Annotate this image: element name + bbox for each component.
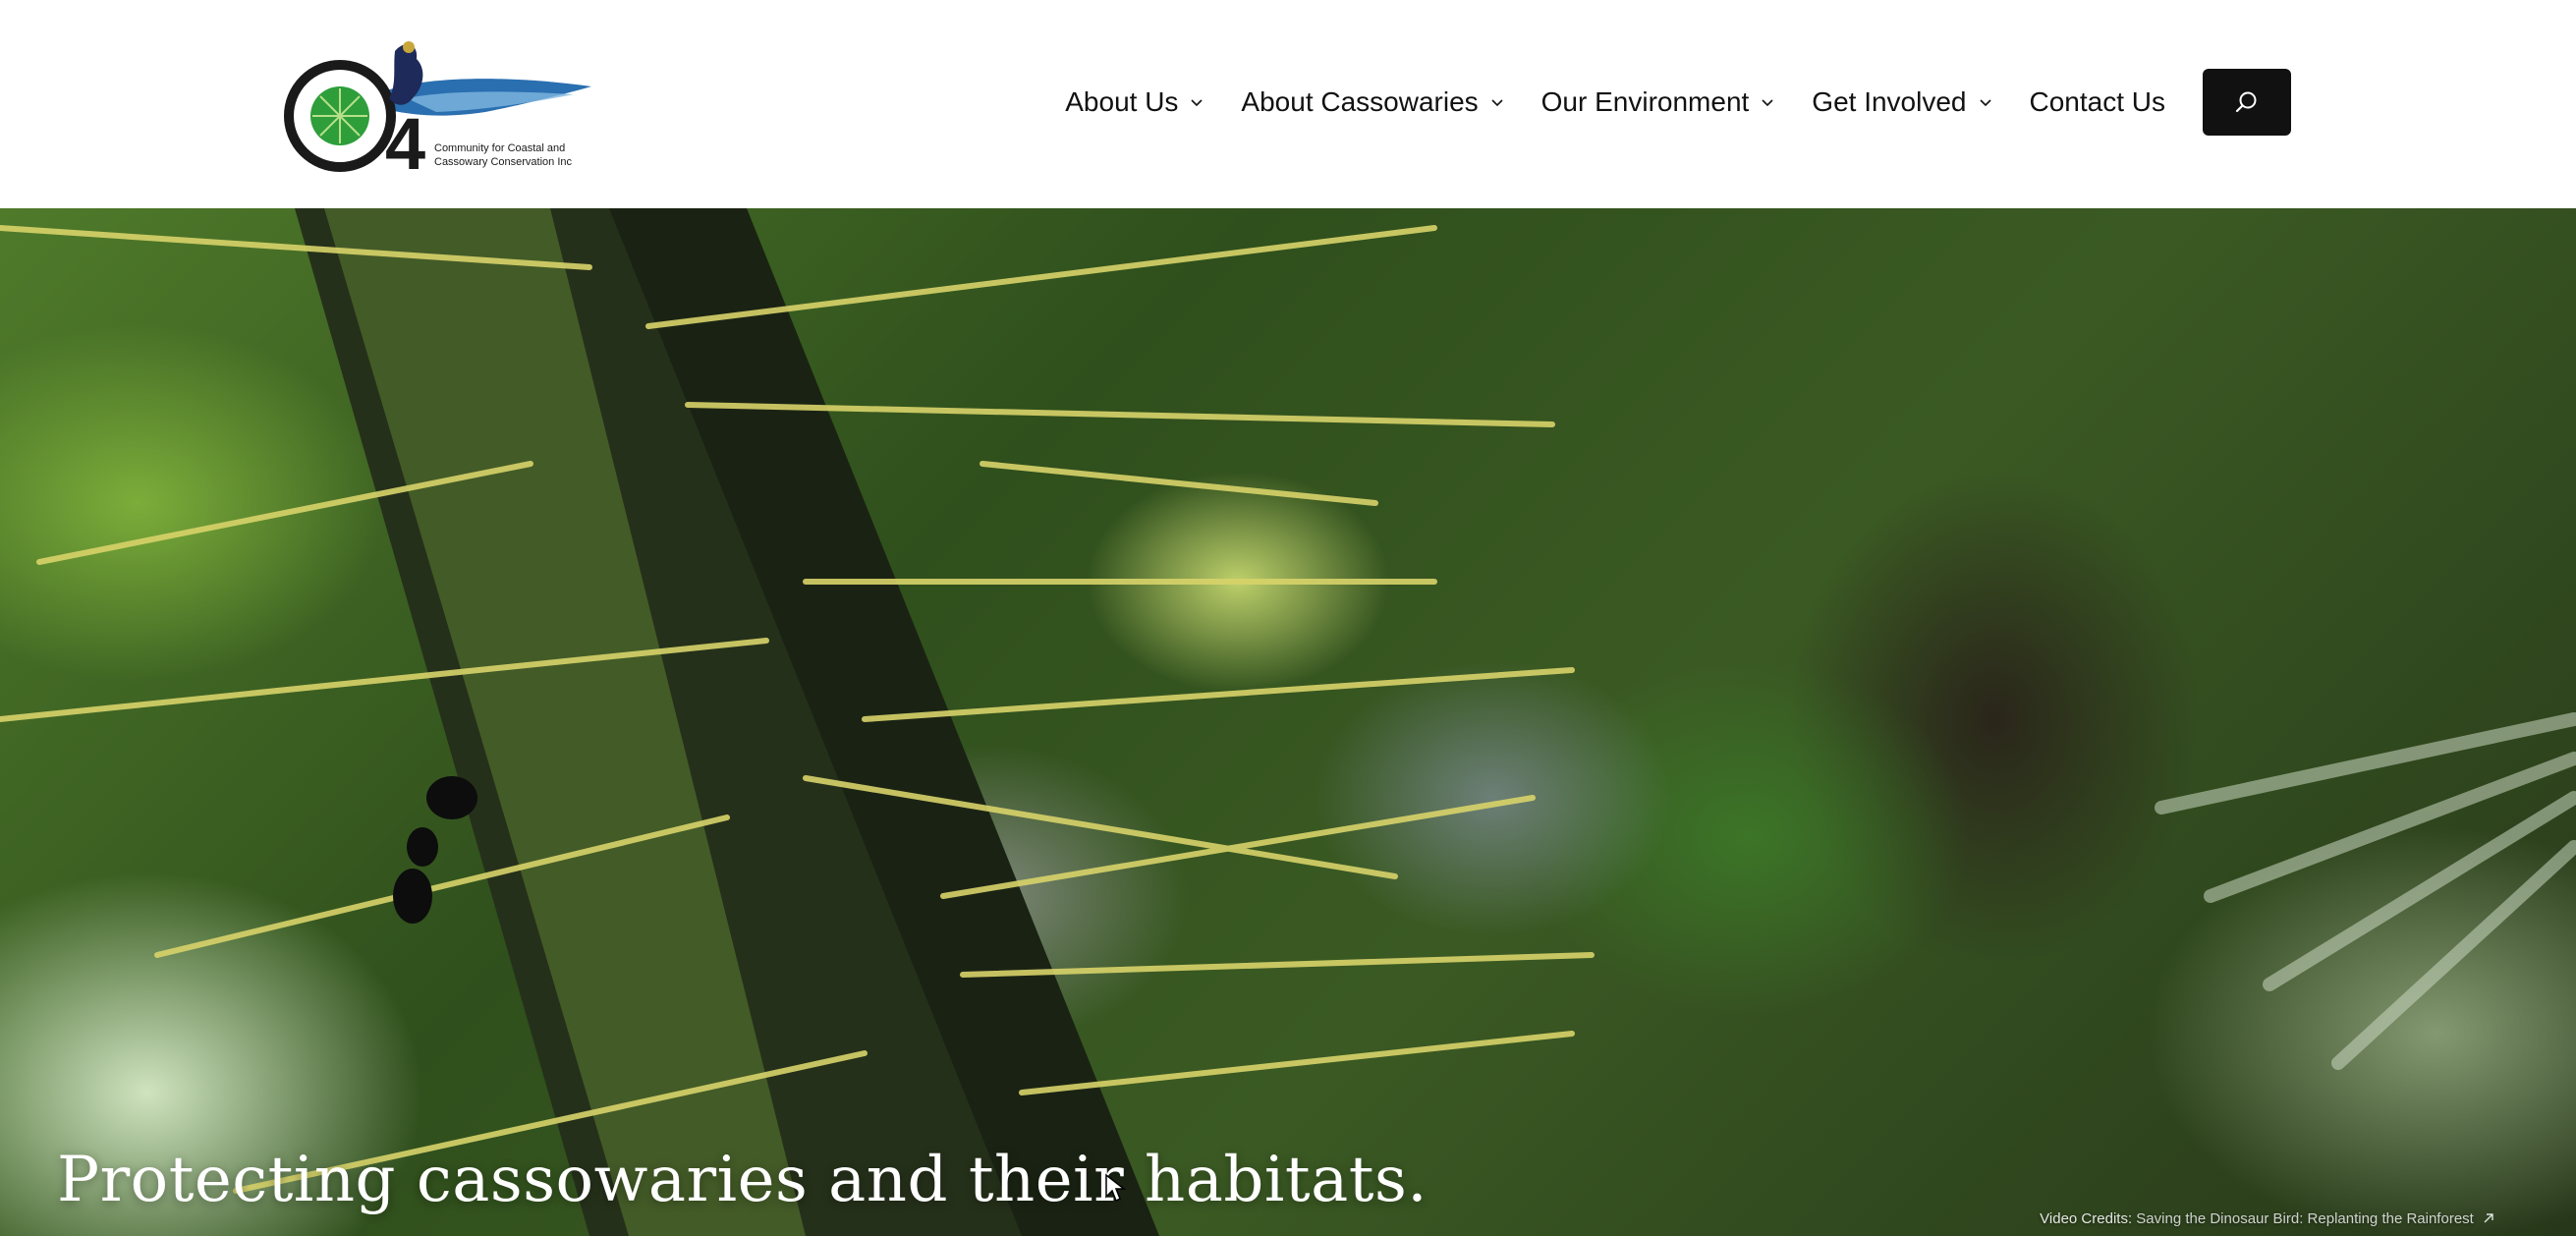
nav-item-get-involved[interactable]: Get Involved bbox=[1812, 86, 1991, 118]
video-credits-link-text: Saving the Dinosaur Bird: Replanting the… bbox=[2136, 1210, 2474, 1227]
hero-background-image bbox=[0, 208, 2576, 1236]
video-credits-link[interactable]: Saving the Dinosaur Bird: Replanting the… bbox=[2136, 1210, 2495, 1227]
chevron-down-icon bbox=[1190, 95, 1204, 109]
search-button[interactable] bbox=[2203, 69, 2291, 136]
chevron-down-icon bbox=[1490, 95, 1504, 109]
nav-item-our-environment[interactable]: Our Environment bbox=[1541, 86, 1775, 118]
c4-logo-graphic: 4 Community for Coastal and Cassowary Co… bbox=[284, 41, 591, 175]
nav-label: Get Involved bbox=[1812, 86, 1967, 117]
site-logo[interactable]: 4 Community for Coastal and Cassowary Co… bbox=[279, 29, 595, 175]
nav-item-about-cassowaries[interactable]: About Cassowaries bbox=[1241, 86, 1503, 118]
nav-label: About Us bbox=[1065, 86, 1179, 117]
chevron-down-icon bbox=[1761, 95, 1774, 109]
nav-item-about-us[interactable]: About Us bbox=[1065, 86, 1204, 118]
svg-text:Community for Coastal and: Community for Coastal and bbox=[434, 142, 565, 154]
nav-label: Our Environment bbox=[1540, 86, 1750, 117]
svg-text:4: 4 bbox=[385, 103, 425, 175]
chevron-down-icon bbox=[1979, 95, 1992, 109]
video-credits-label: Video Credits: bbox=[2040, 1210, 2133, 1227]
video-credits: Video Credits: Saving the Dinosaur Bird:… bbox=[2040, 1210, 2495, 1227]
mouse-cursor-icon bbox=[1105, 1173, 1126, 1203]
hero-video[interactable]: Protecting cassowaries and their habitat… bbox=[0, 208, 2576, 1236]
search-icon bbox=[2234, 89, 2260, 115]
nav-item-contact-us[interactable]: Contact Us bbox=[2030, 86, 2166, 118]
svg-text:Cassowary Conservation Inc: Cassowary Conservation Inc bbox=[434, 156, 573, 168]
nav-label: About Cassowaries bbox=[1241, 86, 1479, 117]
main-navigation: About Us About Cassowaries Our Environme… bbox=[1065, 69, 2291, 136]
nav-label: Contact Us bbox=[2029, 86, 2166, 117]
site-header: 4 Community for Coastal and Cassowary Co… bbox=[0, 0, 2576, 208]
external-link-icon bbox=[2482, 1211, 2495, 1225]
hero-title: Protecting cassowaries and their habitat… bbox=[57, 1144, 1428, 1216]
